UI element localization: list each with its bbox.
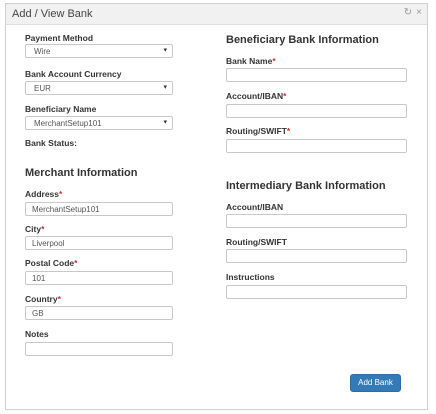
beneficiary-name-label: Beneficiary Name xyxy=(25,104,97,114)
required-marker: * xyxy=(59,189,63,199)
dialog-title: Add / View Bank xyxy=(12,8,93,20)
bank-status-label: Bank Status: xyxy=(25,138,77,148)
chevron-down-icon: ▾ xyxy=(163,84,167,91)
intermediary-routing-swift-input[interactable] xyxy=(226,249,407,263)
routing-swift-label: Routing/SWIFT* xyxy=(226,126,290,136)
chevron-down-icon: ▾ xyxy=(163,47,167,54)
account-iban-input[interactable] xyxy=(226,104,407,118)
bank-name-label-text: Bank Name xyxy=(226,56,273,66)
bank-name-label: Bank Name* xyxy=(226,56,276,66)
title-icons: ↻ × xyxy=(404,7,422,18)
bank-account-currency-select[interactable]: EUR ▾ xyxy=(25,81,173,95)
notes-label: Notes xyxy=(25,329,49,339)
intermediary-account-iban-label: Account/IBAN xyxy=(226,202,284,212)
refresh-icon[interactable]: ↻ xyxy=(404,7,412,18)
required-marker: * xyxy=(272,56,276,66)
address-input[interactable] xyxy=(25,202,173,216)
routing-swift-label-text: Routing/SWIFT xyxy=(226,126,287,136)
payment-method-label: Payment Method xyxy=(25,33,94,43)
merchant-information-heading: Merchant Information xyxy=(25,167,138,179)
payment-method-value: Wire xyxy=(34,47,51,56)
bank-name-input[interactable] xyxy=(226,68,407,82)
postal-code-input[interactable] xyxy=(25,271,173,285)
bank-account-currency-value: EUR xyxy=(34,84,51,93)
chevron-down-icon: ▾ xyxy=(163,119,167,126)
country-label-text: Country xyxy=(25,294,58,304)
account-iban-label: Account/IBAN* xyxy=(226,91,286,101)
city-label-text: City xyxy=(25,224,42,234)
required-marker: * xyxy=(41,224,45,234)
beneficiary-name-value: MerchantSetup101 xyxy=(34,119,102,128)
beneficiary-name-select[interactable]: MerchantSetup101 ▾ xyxy=(25,116,173,130)
required-marker: * xyxy=(283,91,287,101)
beneficiary-bank-information-heading: Beneficiary Bank Information xyxy=(226,34,379,46)
payment-method-select[interactable]: Wire ▾ xyxy=(25,44,173,58)
instructions-input[interactable] xyxy=(226,285,407,299)
country-input[interactable] xyxy=(25,306,173,320)
intermediary-routing-swift-label: Routing/SWIFT xyxy=(226,237,287,247)
required-marker: * xyxy=(74,258,78,268)
close-icon[interactable]: × xyxy=(416,7,422,18)
required-marker: * xyxy=(57,294,61,304)
postal-code-label: Postal Code* xyxy=(25,258,77,268)
intermediary-account-iban-input[interactable] xyxy=(226,214,407,228)
dialog-titlebar: Add / View Bank ↻ × xyxy=(6,4,427,25)
city-label: City* xyxy=(25,224,44,234)
city-input[interactable] xyxy=(25,236,173,250)
add-bank-button[interactable]: Add Bank xyxy=(350,374,401,392)
address-label-text: Address xyxy=(25,189,60,199)
address-label: Address* xyxy=(25,189,62,199)
postal-code-label-text: Postal Code xyxy=(25,258,75,268)
bank-account-currency-label: Bank Account Currency xyxy=(25,69,122,79)
intermediary-bank-information-heading: Intermediary Bank Information xyxy=(226,180,386,192)
country-label: Country* xyxy=(25,294,61,304)
instructions-label: Instructions xyxy=(226,272,275,282)
account-iban-label-text: Account/IBAN xyxy=(226,91,284,101)
routing-swift-input[interactable] xyxy=(226,139,407,153)
required-marker: * xyxy=(286,126,291,136)
notes-input[interactable] xyxy=(25,342,173,356)
